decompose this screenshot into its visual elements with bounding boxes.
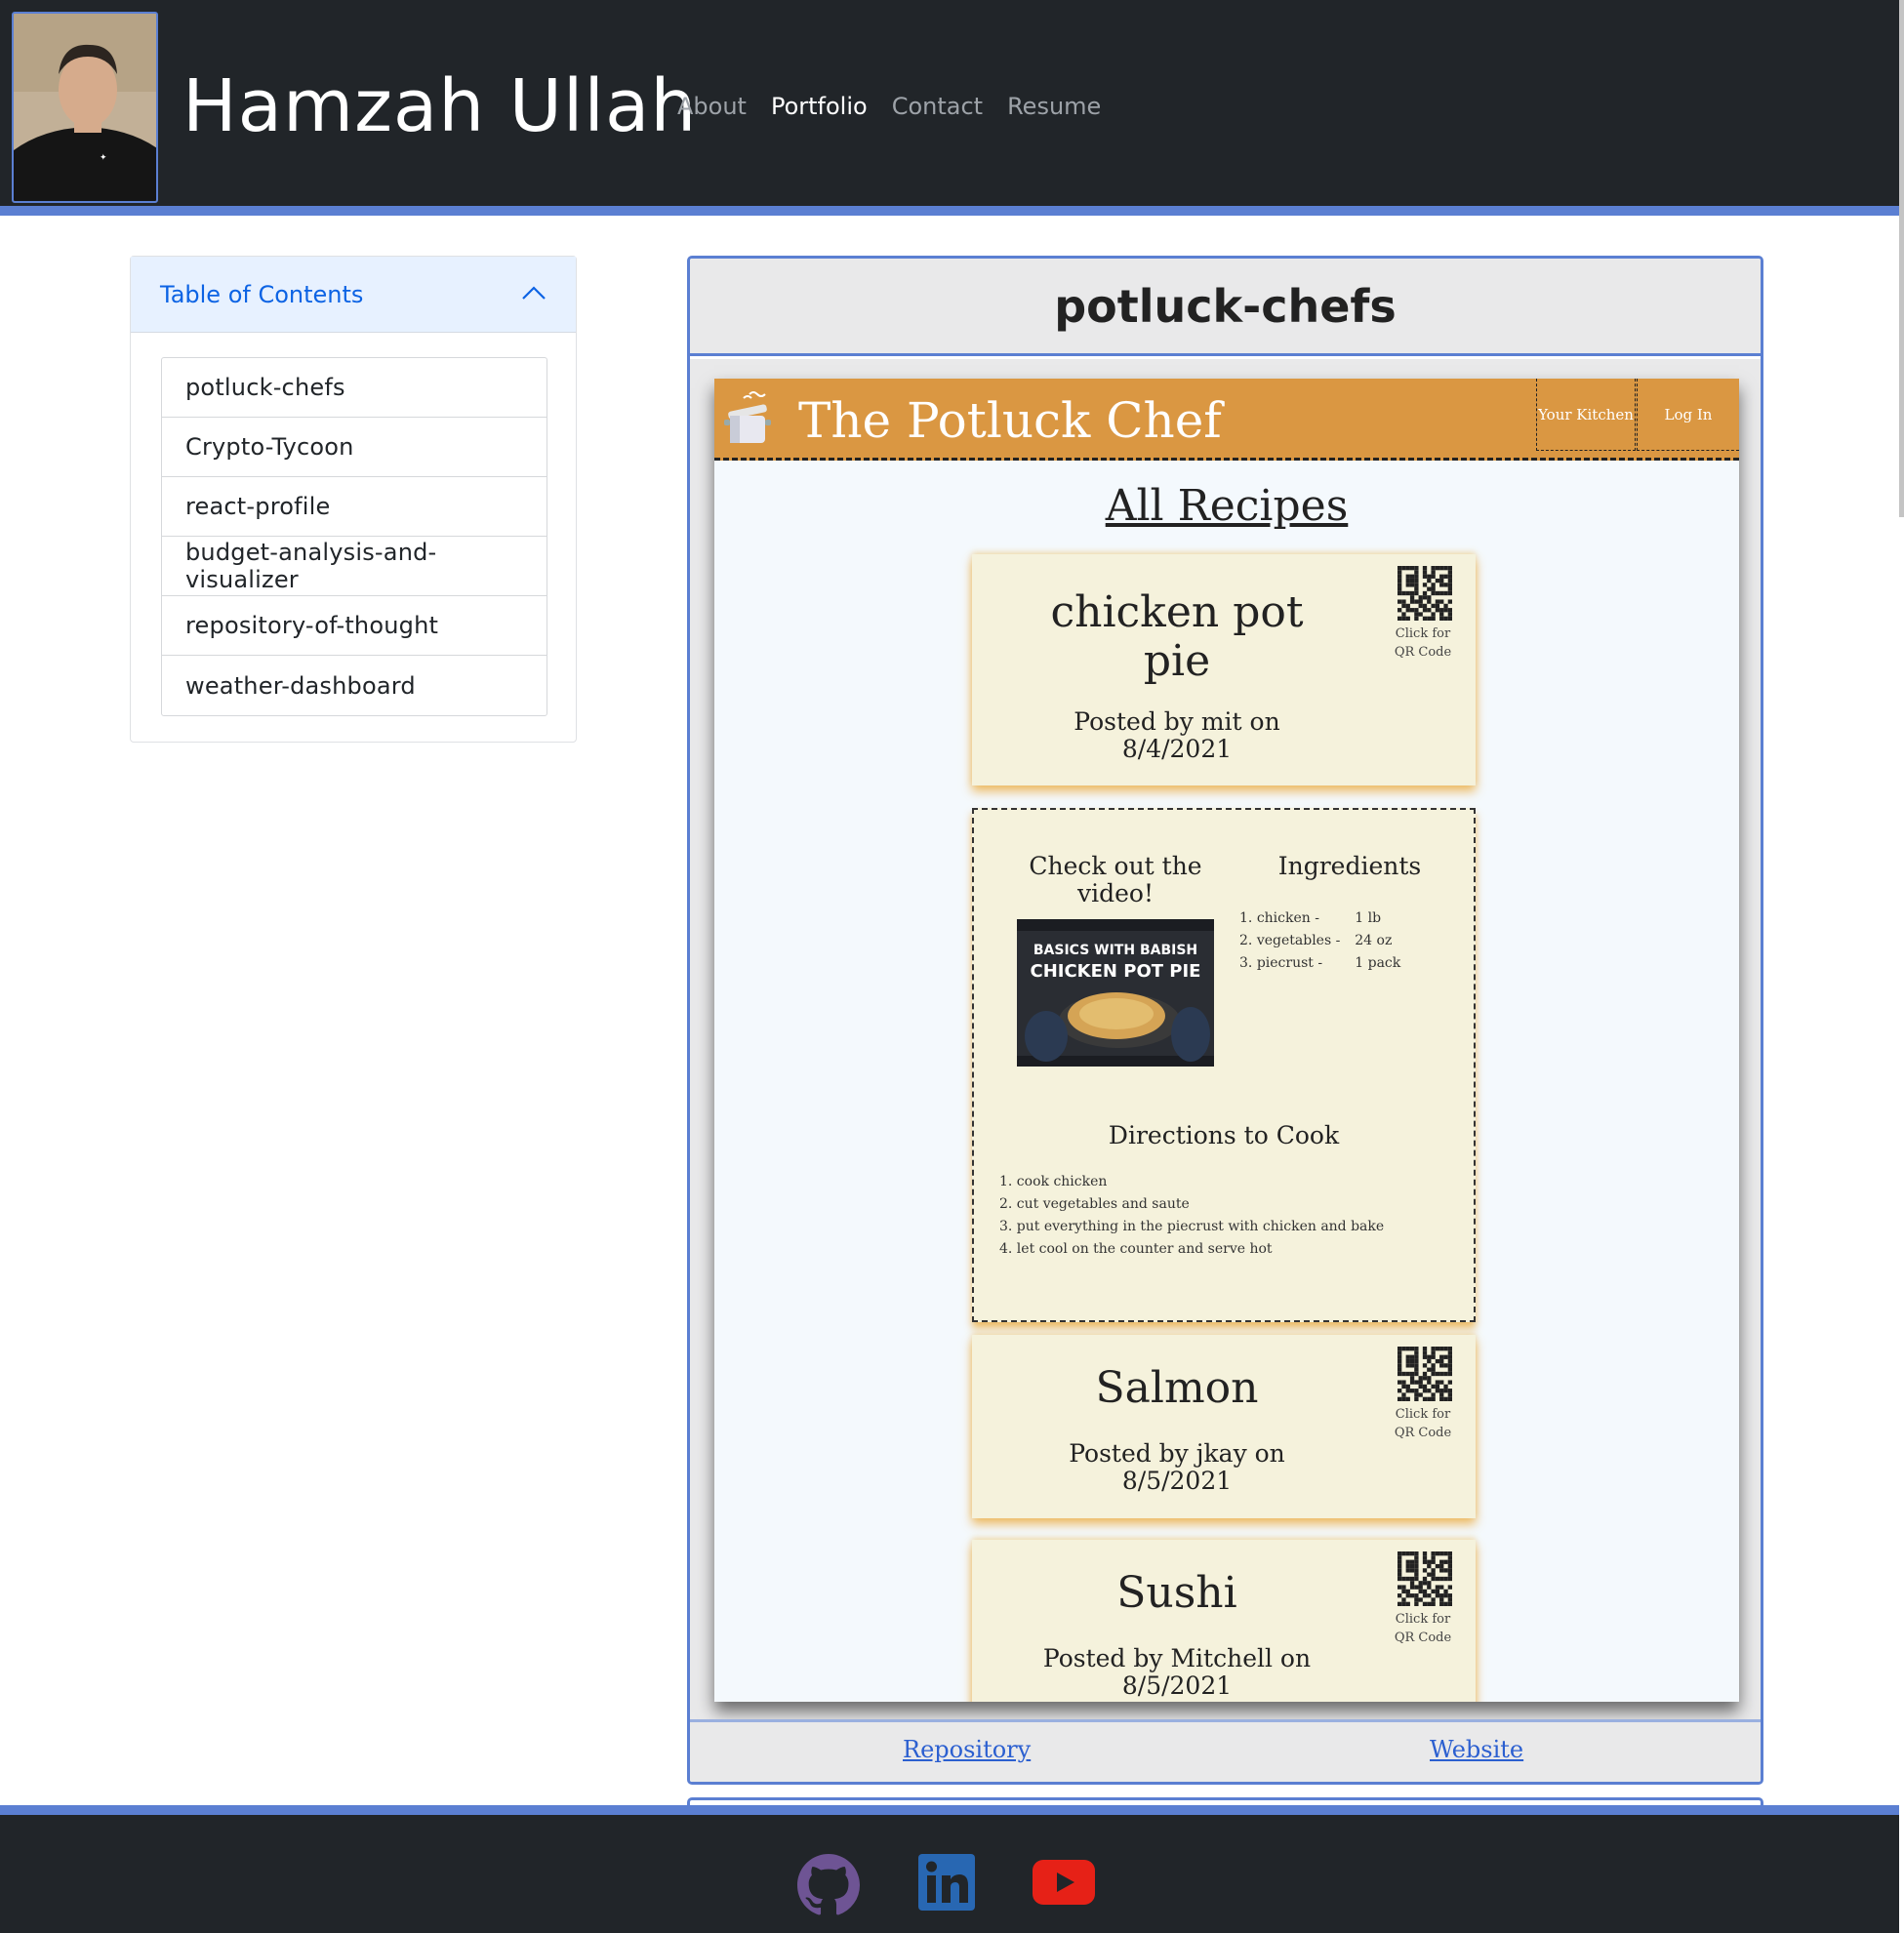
website-link[interactable]: Website xyxy=(1430,1736,1523,1763)
recipe-meta: Posted by mit on 8/4/2021 xyxy=(1074,707,1280,763)
chevron-up-icon xyxy=(521,285,547,304)
nav-about[interactable]: About xyxy=(677,93,747,120)
qr-code-icon[interactable] xyxy=(1398,1551,1452,1606)
nav-portfolio[interactable]: Portfolio xyxy=(771,93,868,120)
video-thumb-line-2: CHICKEN POT PIE xyxy=(1031,961,1201,982)
nav-contact[interactable]: Contact xyxy=(892,93,983,120)
project-screenshot: The Potluck Chef Your Kitchen Log In All… xyxy=(714,379,1739,1702)
ingredients-heading: Ingredients xyxy=(1277,852,1422,880)
nav-log-in[interactable]: Log In xyxy=(1637,379,1739,451)
directions-list: 1. cook chicken 2. cut vegetables and sa… xyxy=(999,1171,1384,1261)
qr-code-label: Click for QR Code xyxy=(1394,1407,1452,1440)
project-title: potluck-chefs xyxy=(1054,279,1397,333)
github-link[interactable] xyxy=(796,1854,861,1920)
ingredient-item: 2. vegetables - 24 oz xyxy=(1239,933,1393,948)
pie-photo-icon: BASICS WITH BABISH CHICKEN POT PIE xyxy=(1017,919,1214,1067)
project-card: potluck-chefs The Potluck Chef Your Kitc… xyxy=(687,256,1763,1785)
recipe-detail: Check out the video! BASICS WITH BABISH … xyxy=(972,808,1476,1322)
profile-photo: ✦ xyxy=(12,12,158,203)
linkedin-icon xyxy=(918,1854,975,1914)
site-footer xyxy=(0,1805,1899,1933)
project-header: potluck-chefs xyxy=(690,259,1761,356)
recipe-card[interactable]: Sushi Posted by Mitchell on 8/5/2021 Cli… xyxy=(972,1540,1476,1702)
qr-code-label: Click for QR Code xyxy=(1394,626,1452,660)
video-thumb-line-1: BASICS WITH BABISH xyxy=(1033,943,1197,958)
app-navbar: The Potluck Chef Your Kitchen Log In xyxy=(714,379,1739,461)
project-links: Repository Website xyxy=(690,1719,1761,1782)
cooking-pot-icon xyxy=(720,388,779,447)
recipe-meta: Posted by jkay on 8/5/2021 xyxy=(1069,1439,1285,1495)
ingredient-item: 1. chicken - 1 lb xyxy=(1239,910,1382,926)
toc-item-crypto-tycoon[interactable]: Crypto-Tycoon xyxy=(162,418,547,477)
directions-heading: Directions to Cook xyxy=(1108,1121,1340,1149)
video-thumbnail[interactable]: BASICS WITH BABISH CHICKEN POT PIE xyxy=(1017,919,1214,1067)
qr-code-icon[interactable] xyxy=(1398,1347,1452,1401)
recipe-title: chicken pot pie xyxy=(1050,587,1304,686)
direction-step: 2. cut vegetables and saute xyxy=(999,1196,1190,1212)
toc-list: potluck-chefs Crypto-Tycoon react-profil… xyxy=(161,357,547,716)
all-recipes-heading: All Recipes xyxy=(1105,481,1349,531)
direction-step: 1. cook chicken xyxy=(999,1174,1108,1189)
github-icon xyxy=(796,1854,861,1920)
direction-step: 3. put everything in the piecrust with c… xyxy=(999,1219,1385,1234)
recipe-card[interactable]: Salmon Posted by jkay on 8/5/2021 Click … xyxy=(972,1335,1476,1518)
recipe-card[interactable]: chicken pot pie Posted by mit on 8/4/202… xyxy=(972,554,1476,785)
recipe-title: Salmon xyxy=(1095,1363,1259,1413)
project-preview-area: The Potluck Chef Your Kitchen Log In All… xyxy=(690,359,1761,1719)
page-scrollbar[interactable] xyxy=(1899,0,1904,517)
youtube-link[interactable] xyxy=(1033,1860,1095,1909)
toc-accordion-toggle[interactable]: Table of Contents xyxy=(131,257,576,333)
toc-item-potluck-chefs[interactable]: potluck-chefs xyxy=(162,358,547,418)
direction-step: 4. let cool on the counter and serve hot xyxy=(999,1241,1273,1257)
toc-title: Table of Contents xyxy=(160,280,364,308)
qr-code-label: Click for QR Code xyxy=(1394,1612,1452,1645)
repository-link[interactable]: Repository xyxy=(903,1736,1031,1763)
recipe-title: Sushi xyxy=(1116,1568,1237,1618)
nav-resume[interactable]: Resume xyxy=(1007,93,1101,120)
nav-your-kitchen[interactable]: Your Kitchen xyxy=(1536,379,1636,451)
main-nav: About Portfolio Contact Resume xyxy=(677,93,1101,120)
ingredients-list: 1. chicken - 1 lb 2. vegetables - 24 oz … xyxy=(1239,907,1400,975)
recipe-meta: Posted by Mitchell on 8/5/2021 xyxy=(1042,1644,1312,1700)
youtube-icon xyxy=(1033,1860,1095,1909)
toc-item-react-profile[interactable]: react-profile xyxy=(162,477,547,537)
toc-item-repository-of-thought[interactable]: repository-of-thought xyxy=(162,596,547,656)
site-header: ✦ Hamzah Ullah About Portfolio Contact R… xyxy=(0,0,1899,216)
qr-code-icon[interactable] xyxy=(1398,566,1452,621)
toc-item-weather-dashboard[interactable]: weather-dashboard xyxy=(162,656,547,715)
app-title: The Potluck Chef xyxy=(798,392,1222,449)
linkedin-link[interactable] xyxy=(918,1854,975,1914)
toc-item-budget-analysis[interactable]: budget-analysis-and-visualizer xyxy=(162,537,547,596)
table-of-contents: Table of Contents potluck-chefs Crypto-T… xyxy=(130,256,577,743)
site-title: Hamzah Ullah xyxy=(182,64,698,148)
video-heading: Check out the video! xyxy=(1029,852,1202,907)
svg-text:✦: ✦ xyxy=(100,153,107,163)
ingredient-item: 3. piecrust - 1 pack xyxy=(1239,955,1401,971)
